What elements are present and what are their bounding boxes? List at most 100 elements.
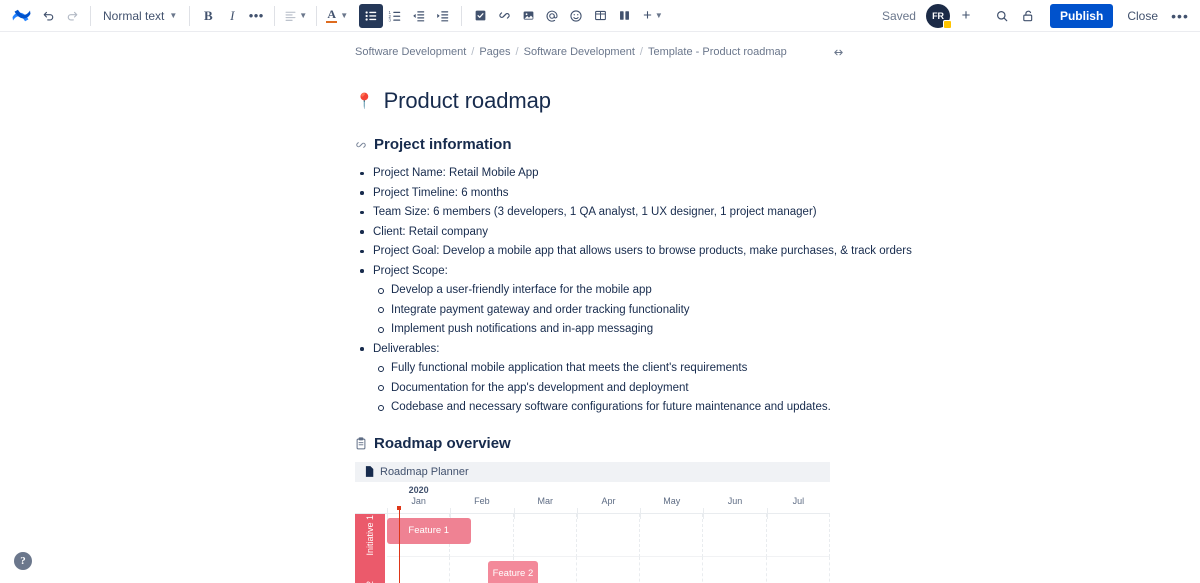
chevron-down-icon: ▼	[340, 11, 349, 20]
page-content: Software Development / Pages / Software …	[355, 32, 912, 583]
list-item: Codebase and necessary software configur…	[355, 397, 845, 417]
macro-header: Roadmap Planner	[355, 461, 830, 482]
axis-tick-label: Mar	[537, 495, 553, 506]
close-button[interactable]: Close	[1119, 4, 1166, 28]
map-pin-icon: 📍	[355, 93, 374, 110]
confluence-logo[interactable]	[6, 2, 36, 30]
deliverables-list: Deliverables:	[355, 339, 845, 359]
list-item: Team Size: 6 members (3 developers, 1 QA…	[355, 202, 845, 222]
more-formatting-button[interactable]: •••	[244, 4, 268, 28]
page-more-options-button[interactable]: •••	[1168, 4, 1192, 28]
bold-icon: B	[203, 7, 213, 23]
emoji-button[interactable]	[564, 4, 588, 28]
bullet-list-button[interactable]	[359, 3, 384, 28]
editor-page: Software Development / Pages / Software …	[0, 32, 1200, 583]
toolbar-divider	[189, 5, 191, 26]
roadmap-lanes: Initiative 1 Feature 1 Feature 2	[355, 505, 830, 583]
axis-tick-label: Feb	[474, 495, 490, 506]
list-item: Project Scope:	[355, 261, 845, 281]
action-item-button[interactable]	[468, 4, 492, 28]
breadcrumb-item-0[interactable]: Software Development	[355, 46, 466, 58]
lane-label-initiative-1-cont	[355, 556, 385, 583]
heading-roadmap-overview: Roadmap overview	[355, 435, 845, 452]
document-icon	[365, 466, 374, 477]
table-button[interactable]	[588, 4, 612, 28]
list-item: Integrate payment gateway and order trac…	[355, 300, 845, 320]
indent-button[interactable]	[431, 4, 455, 28]
grid-cell	[513, 513, 577, 557]
mention-button[interactable]	[540, 4, 564, 28]
list-item: Project Name: Retail Mobile App	[355, 163, 845, 183]
grid-cell	[577, 556, 641, 583]
list-item: Client: Retail company	[355, 222, 845, 242]
roadmap-bar-feature-2[interactable]: Feature 2	[488, 560, 538, 583]
grid-cell	[387, 556, 451, 583]
roadmap-timeline-axis: 2020 Jan Feb Mar Apr May Jun Jul	[355, 482, 830, 519]
bar-label: Feature 1	[408, 525, 450, 536]
publish-button[interactable]: Publish	[1049, 3, 1114, 28]
text-style-label: Normal text	[103, 8, 165, 23]
axis-year-label: 2020	[408, 484, 429, 495]
grid-cell	[640, 556, 704, 583]
plus-icon: +	[643, 6, 652, 24]
bar-label: Feature 2	[492, 568, 534, 579]
search-button[interactable]	[990, 4, 1014, 28]
grid-cell	[576, 513, 641, 557]
toolbar-divider	[461, 5, 463, 26]
axis-tick-label: Jan	[411, 495, 426, 506]
roadmap-planner-macro[interactable]: Roadmap Planner 2020 Jan Feb Mar Apr May…	[355, 461, 830, 583]
lane-grid: Feature 2	[387, 556, 830, 583]
help-button[interactable]: ?	[14, 552, 32, 570]
breadcrumb-item-1[interactable]: Pages	[479, 46, 510, 58]
redo-button[interactable]	[60, 4, 84, 28]
heading-text: Roadmap overview	[374, 434, 511, 452]
numbered-list-button[interactable]: 1 2 3	[383, 4, 407, 28]
heading-text: Project information	[374, 136, 512, 153]
anchor-link-icon[interactable]	[355, 139, 367, 151]
breadcrumb: Software Development / Pages / Software …	[355, 42, 845, 62]
avatar[interactable]: FR	[925, 3, 952, 29]
chevron-down-icon: ▼	[169, 11, 178, 20]
ellipsis-icon: •••	[1171, 7, 1189, 24]
italic-button[interactable]: I	[220, 4, 244, 28]
bold-button[interactable]: B	[196, 4, 220, 28]
macro-title: Roadmap Planner	[380, 465, 469, 478]
toolbar-divider	[316, 5, 318, 26]
restrictions-button[interactable]	[1016, 4, 1040, 28]
text-color-button[interactable]: A ▼	[323, 4, 351, 28]
outdent-button[interactable]	[407, 4, 431, 28]
lane-label-initiative-1[interactable]: Initiative 1	[355, 513, 385, 557]
toolbar-divider	[90, 5, 91, 26]
list-item: Develop a user-friendly interface for th…	[355, 280, 845, 300]
list-item: Fully functional mobile application that…	[355, 358, 845, 378]
list-item: Project Timeline: 6 months	[355, 183, 845, 203]
add-people-button[interactable]: +	[954, 4, 978, 28]
grid-cell	[640, 513, 704, 557]
roadmap-lane-initiative-1[interactable]: Initiative 1 Feature 1	[355, 513, 830, 557]
insert-more-button[interactable]: + ▼	[640, 4, 666, 28]
breadcrumb-separator: /	[639, 46, 643, 58]
axis-month-feb: Feb	[450, 482, 513, 519]
chevron-down-icon: ▼	[299, 11, 308, 20]
breadcrumb-item-3[interactable]: Template - Product roadmap	[648, 46, 787, 58]
image-button[interactable]	[516, 4, 540, 28]
chevron-down-icon: ▼	[654, 11, 663, 20]
layout-button[interactable]	[612, 4, 636, 28]
breadcrumb-item-2[interactable]: Software Development	[524, 46, 635, 58]
link-button[interactable]	[492, 4, 516, 28]
page-title[interactable]: 📍 Product roadmap	[355, 88, 845, 114]
roadmap-lane-initiative-1-row2[interactable]: Feature 2	[355, 556, 830, 583]
roadmap-chart[interactable]: 2020 Jan Feb Mar Apr May Jun Jul Initiat…	[355, 481, 830, 583]
axis-tick-label: Jun	[727, 495, 743, 506]
project-info-list: Project Name: Retail Mobile App Project …	[355, 163, 912, 281]
text-align-button[interactable]: ▼	[281, 4, 310, 28]
svg-text:3: 3	[389, 17, 392, 22]
page-title-text: Product roadmap	[383, 88, 551, 113]
grid-cell	[703, 513, 767, 557]
undo-button[interactable]	[36, 4, 60, 28]
text-style-select[interactable]: Normal text ▼	[97, 4, 183, 28]
save-status: Saved	[881, 8, 916, 23]
grid-cell	[766, 513, 830, 557]
today-marker	[397, 505, 402, 583]
expand-width-icon[interactable]	[832, 47, 845, 58]
